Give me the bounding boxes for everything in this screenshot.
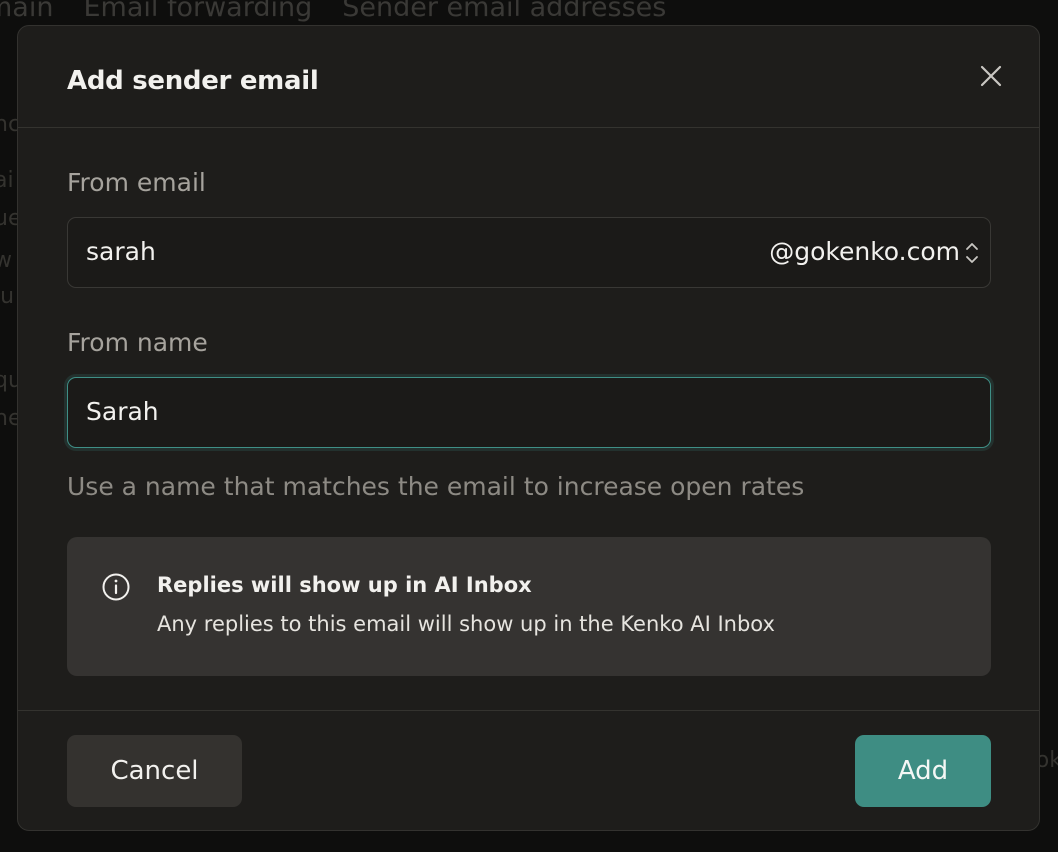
from-name-field [67,377,991,448]
add-button[interactable]: Add [855,735,991,807]
add-sender-email-dialog: Add sender email From email @gokenko.com… [17,25,1040,831]
email-domain-select[interactable]: @gokenko.com [769,237,960,266]
bg-fragment: w [0,248,12,273]
chevron-up-down-icon[interactable] [964,240,980,266]
background-tabs: main Email forwarding Sender email address… [0,0,696,23]
close-button[interactable] [976,61,1006,91]
close-icon [980,65,1002,87]
bg-fragment: iu [0,284,15,309]
from-email-label: From email [67,168,206,197]
info-icon [102,573,130,601]
from-name-label: From name [67,328,208,357]
bg-fragment: ai [0,168,14,193]
cancel-button[interactable]: Cancel [67,735,242,807]
bg-tab: main [0,0,54,23]
from-name-input[interactable] [86,397,646,426]
ai-inbox-notice: Replies will show up in AI Inbox Any rep… [67,537,991,676]
notice-body: Any replies to this email will show up i… [157,612,775,636]
notice-title: Replies will show up in AI Inbox [157,573,532,597]
bg-tab: Sender email addresses [342,0,667,23]
from-email-input[interactable] [86,237,646,266]
dialog-header: Add sender email [18,26,1039,128]
bg-tab: Email forwarding [83,0,313,23]
from-email-field: @gokenko.com [67,217,991,288]
from-name-hint: Use a name that matches the email to inc… [67,472,805,501]
dialog-title: Add sender email [67,66,319,96]
footer-divider [18,710,1039,711]
